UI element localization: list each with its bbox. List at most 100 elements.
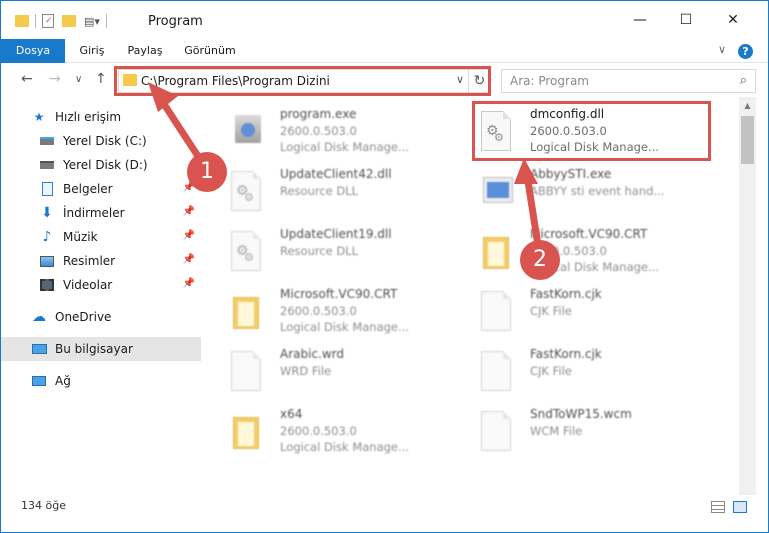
recent-locations-button[interactable]: ∨ bbox=[75, 74, 82, 85]
new-folder-icon[interactable] bbox=[62, 15, 76, 27]
customize-toolbar-icon[interactable]: ▤▾ bbox=[84, 15, 100, 28]
tab-gorunum[interactable]: Görünüm bbox=[175, 39, 245, 63]
folder-icon bbox=[231, 291, 267, 335]
file-item-updateclient19-dll[interactable]: ⚙ ⚙ UpdateClient19.dll Resource DLL bbox=[225, 225, 470, 281]
file-name: x64 bbox=[280, 407, 303, 421]
file-description: CJK File bbox=[530, 304, 572, 318]
sidebar-item-label: Ağ bbox=[55, 374, 71, 388]
folder-item-x64[interactable]: x64 2600.0.503.0 Logical Disk Manage... bbox=[225, 405, 470, 461]
scroll-thumb[interactable] bbox=[741, 116, 754, 164]
file-item-abbyysti-exe[interactable]: AbbyySTI.exe ABBYY sti event hand... bbox=[475, 165, 720, 221]
help-button[interactable]: ? bbox=[738, 44, 753, 59]
sidebar-item-downloads[interactable]: ⬇ İndirmeler 📌 bbox=[1, 201, 201, 225]
file-version: 2600.0.503.0 bbox=[280, 304, 357, 318]
file-item-arabic-wrd[interactable]: Arabic.wrd WRD File bbox=[225, 345, 470, 401]
folder-icon bbox=[231, 411, 267, 455]
file-item-updateclient42-dll[interactable]: ⚙ ⚙ UpdateClient42.dll Resource DLL bbox=[225, 165, 470, 221]
scroll-up-arrow[interactable]: ▲ bbox=[739, 97, 756, 114]
sidebar-item-music[interactable]: ♪ Müzik 📌 bbox=[1, 225, 201, 249]
folder-item-microsoft-vc90-crt[interactable]: Microsoft.VC90.CRT 2600.0.503.0 Logical … bbox=[475, 225, 720, 281]
file-description: Logical Disk Manage... bbox=[280, 140, 409, 154]
document-icon bbox=[231, 351, 267, 395]
details-view-icon[interactable] bbox=[711, 501, 725, 513]
sidebar-item-local-disk-d[interactable]: Yerel Disk (D:) bbox=[1, 153, 201, 177]
back-button[interactable]: ← bbox=[21, 71, 33, 87]
sidebar-item-quick-access[interactable]: ★ Hızlı erişim bbox=[1, 105, 201, 129]
file-name: program.exe bbox=[280, 107, 357, 121]
star-icon: ★ bbox=[33, 110, 45, 124]
minimize-button[interactable]: — bbox=[617, 1, 663, 39]
tab-giris[interactable]: Giriş bbox=[67, 39, 117, 63]
expand-ribbon-button[interactable]: ∨ bbox=[718, 43, 726, 56]
dll-file-icon: ⚙ ⚙ bbox=[231, 171, 267, 215]
file-item-fastkorn-cjk[interactable]: FastKorn.cjk CJK File bbox=[475, 285, 720, 341]
document-icon bbox=[481, 411, 517, 455]
tab-paylas[interactable]: Paylaş bbox=[119, 39, 171, 63]
file-description: Resource DLL bbox=[280, 184, 359, 198]
vertical-scrollbar[interactable]: ▲ ▼ bbox=[739, 97, 756, 511]
document-icon bbox=[481, 351, 517, 395]
step-badge-1: 1 bbox=[187, 152, 227, 192]
file-name: Microsoft.VC90.CRT bbox=[280, 287, 398, 301]
ribbon-tabs: Dosya Giriş Paylaş Görünüm ∨ ? bbox=[1, 39, 768, 95]
title-bar: ✓ ▤▾ Program — ☐ ✕ bbox=[1, 1, 768, 39]
documents-icon bbox=[39, 182, 55, 196]
file-description: Logical Disk Manage... bbox=[280, 440, 409, 454]
folder-item-microsoft-vc90-crt[interactable]: Microsoft.VC90.CRT 2600.0.503.0 Logical … bbox=[225, 285, 470, 341]
sidebar-item-network[interactable]: Ağ bbox=[1, 369, 201, 393]
sidebar-item-documents[interactable]: Belgeler 📌 bbox=[1, 177, 201, 201]
exe-file-icon bbox=[481, 171, 517, 215]
exe-file-icon bbox=[231, 111, 267, 155]
sidebar-item-this-pc[interactable]: Bu bilgisayar bbox=[1, 337, 201, 361]
search-input[interactable]: Ara: Program ⌕ bbox=[501, 69, 756, 93]
file-item-fastkorn-cjk[interactable]: FastKorn.cjk CJK File bbox=[475, 345, 720, 401]
sidebar-item-pictures[interactable]: Resimler 📌 bbox=[1, 249, 201, 273]
sidebar-item-local-disk-c[interactable]: Yerel Disk (C:) bbox=[1, 129, 201, 153]
file-name: FastKorn.cjk bbox=[530, 287, 602, 301]
pin-icon: 📌 bbox=[182, 278, 195, 289]
file-highlight bbox=[472, 101, 711, 161]
file-name: Microsoft.VC90.CRT bbox=[530, 227, 648, 241]
maximize-button[interactable]: ☐ bbox=[663, 1, 709, 39]
sidebar-item-label: Bu bilgisayar bbox=[55, 342, 133, 356]
sidebar-item-videos[interactable]: Videolar 📌 bbox=[1, 273, 201, 297]
pin-icon: 📌 bbox=[182, 206, 195, 217]
file-description: Logical Disk Manage... bbox=[280, 320, 409, 334]
file-description: Resource DLL bbox=[280, 244, 359, 258]
pin-icon: 📌 bbox=[182, 230, 195, 241]
file-name: UpdateClient19.dll bbox=[280, 227, 392, 241]
step-badge-2: 2 bbox=[520, 240, 560, 280]
large-icons-view-icon[interactable] bbox=[733, 501, 747, 513]
properties-icon[interactable]: ✓ bbox=[42, 14, 54, 28]
file-name: FastKorn.cjk bbox=[530, 347, 602, 361]
forward-button[interactable]: → bbox=[49, 71, 61, 87]
file-name: AbbyySTI.exe bbox=[530, 167, 612, 181]
sidebar-item-label: Videolar bbox=[63, 278, 113, 292]
file-version: 2600.0.503.0 bbox=[280, 424, 357, 438]
sidebar-item-label: Resimler bbox=[63, 254, 116, 268]
quick-access-toolbar: ✓ ▤▾ bbox=[15, 11, 107, 31]
pictures-icon bbox=[39, 254, 55, 268]
sidebar-item-label: Müzik bbox=[63, 230, 98, 244]
network-icon bbox=[31, 374, 47, 388]
music-icon: ♪ bbox=[42, 229, 52, 245]
address-bar-highlight bbox=[114, 66, 491, 96]
file-name: Arabic.wrd bbox=[280, 347, 345, 361]
separator bbox=[35, 14, 36, 28]
window-title: Program bbox=[148, 14, 203, 29]
sidebar-item-label: Hızlı erişim bbox=[55, 110, 122, 124]
sidebar-item-label: Yerel Disk (D:) bbox=[63, 158, 148, 172]
file-item-program-exe[interactable]: program.exe 2600.0.503.0 Logical Disk Ma… bbox=[225, 105, 470, 161]
drive-icon bbox=[39, 134, 55, 148]
up-button[interactable]: ↑ bbox=[95, 71, 107, 87]
cloud-icon: ☁ bbox=[32, 309, 46, 325]
file-item-sndtowp15-wcm[interactable]: SndToWP15.wcm WCM File bbox=[475, 405, 720, 461]
search-icon: ⌕ bbox=[739, 73, 747, 88]
file-description: WRD File bbox=[280, 364, 332, 378]
navigation-pane: ★ Hızlı erişim Yerel Disk (C:) Yerel Dis… bbox=[1, 97, 205, 495]
file-description: WCM File bbox=[530, 424, 583, 438]
file-version: 2600.0.503.0 bbox=[280, 124, 357, 138]
close-button[interactable]: ✕ bbox=[710, 1, 756, 39]
file-description: ABBYY sti event hand... bbox=[530, 184, 665, 198]
sidebar-item-onedrive[interactable]: ☁ OneDrive bbox=[1, 305, 201, 329]
